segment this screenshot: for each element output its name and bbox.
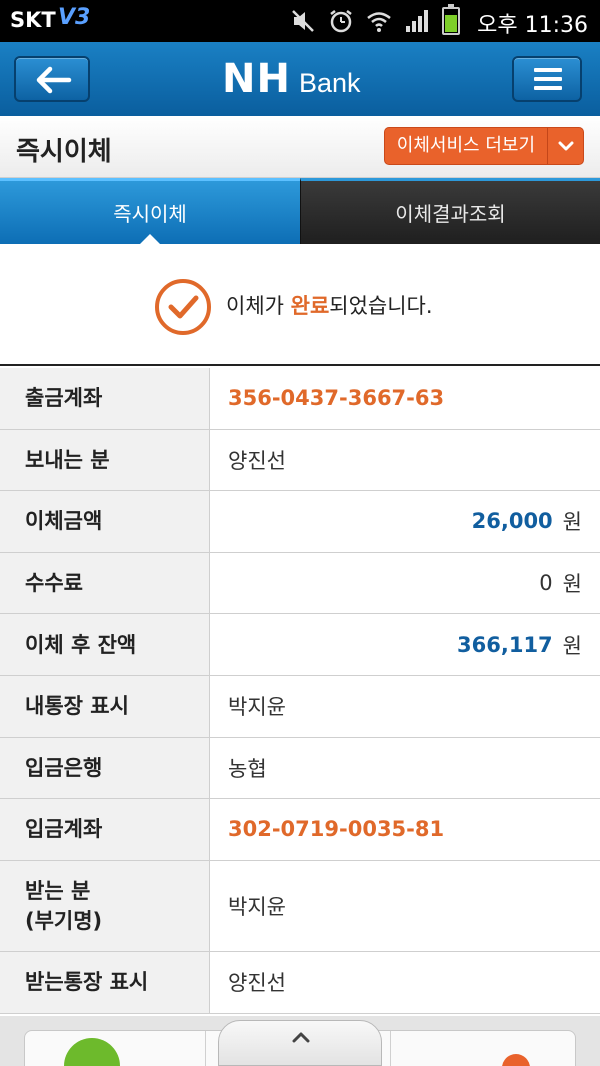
transfer-result: 이체가 완료되었습니다. — [0, 244, 600, 366]
table-row: 입금계좌 302-0719-0035-81 — [0, 799, 600, 861]
table-row: 받는통장 표시 양진선 — [0, 951, 600, 1014]
status-icons — [290, 4, 460, 36]
row-value-cell: 356-0437-3667-63 — [210, 368, 600, 429]
app-header: NH Bank — [0, 42, 600, 116]
chevron-down-icon — [558, 141, 574, 151]
more-services-dropdown[interactable] — [547, 128, 583, 164]
balance-amount: 366,117 — [457, 632, 553, 657]
row-label: 받는 분 (부기명) — [0, 860, 210, 951]
nh-bank-logo: NH Bank — [222, 56, 361, 102]
title-bar: 즉시이체 이체서비스 더보기 — [0, 116, 600, 178]
battery-icon — [442, 4, 460, 35]
table-row: 보내는 분 양진선 — [0, 429, 600, 492]
fee-amount: 0 — [539, 571, 553, 596]
currency-unit: 원 — [562, 572, 582, 597]
transfer-details-table: 출금계좌 356-0437-3667-63 보내는 분 양진선 이체금액 26,… — [0, 368, 600, 1014]
page-title: 즉시이체 — [16, 137, 112, 167]
row-label: 입금계좌 — [0, 799, 210, 860]
result-message: 이체가 완료되었습니다. — [226, 290, 433, 320]
signal-icon — [406, 10, 428, 32]
row-label: 입금은행 — [0, 737, 210, 799]
transfer-amount: 26,000 — [471, 509, 553, 534]
row-label: 수수료 — [0, 552, 210, 614]
table-row: 이체금액 26,000 원 — [0, 491, 600, 553]
result-highlight: 완료 — [290, 294, 330, 318]
deposit-bank: 농협 — [228, 756, 267, 781]
divider — [390, 1031, 391, 1066]
withdrawal-account: 356-0437-3667-63 — [228, 386, 445, 411]
check-circle-icon — [155, 279, 211, 335]
menu-button[interactable] — [512, 56, 582, 102]
more-services-label: 이체서비스 더보기 — [396, 135, 535, 156]
wifi-icon — [367, 12, 391, 32]
menu-icon — [534, 68, 562, 72]
recipient-account-memo: 양진선 — [228, 971, 286, 996]
tab-instant-transfer[interactable]: 즉시이체 — [0, 178, 300, 244]
recipient-name: 박지윤 — [228, 894, 286, 919]
currency-unit: 원 — [562, 510, 582, 535]
row-value-cell: 0원 — [210, 553, 600, 614]
row-label: 출금계좌 — [0, 368, 210, 429]
table-row: 입금은행 농협 — [0, 737, 600, 800]
row-value-cell: 366,117 원 — [210, 614, 600, 675]
row-value-cell: 26,000 원 — [210, 491, 600, 552]
bottom-drawer-handle[interactable] — [218, 1020, 382, 1066]
my-account-memo: 박지윤 — [228, 695, 286, 720]
result-suffix: 되었습니다. — [329, 294, 433, 318]
deposit-account: 302-0719-0035-81 — [228, 817, 445, 842]
row-label: 내통장 표시 — [0, 675, 210, 737]
table-row: 수수료 0원 — [0, 552, 600, 615]
divider — [205, 1031, 206, 1066]
back-arrow-icon — [36, 66, 72, 94]
table-row: 내통장 표시 박지윤 — [0, 675, 600, 738]
result-prefix: 이체가 — [226, 294, 291, 318]
status-bar: SKT V3 오후 11:36 — [0, 0, 600, 42]
row-label: 받는통장 표시 — [0, 951, 210, 1013]
network-label: V3 — [58, 5, 91, 30]
currency-unit: 원 — [562, 633, 582, 658]
carrier-label: SKT — [10, 8, 56, 32]
menu-icon-bar — [534, 77, 562, 81]
back-button[interactable] — [14, 56, 90, 102]
logo-sub: Bank — [298, 68, 361, 98]
row-label: 이체금액 — [0, 491, 210, 552]
chevron-up-icon — [292, 1032, 310, 1043]
mute-icon — [292, 10, 314, 32]
menu-icon-bar — [534, 86, 562, 90]
table-row: 받는 분 (부기명) 박지윤 — [0, 860, 600, 952]
more-services-button[interactable]: 이체서비스 더보기 — [383, 127, 584, 165]
row-label: 보내는 분 — [0, 429, 210, 491]
row-label: 이체 후 잔액 — [0, 614, 210, 675]
tab-transfer-result[interactable]: 이체결과조회 — [300, 178, 600, 244]
table-row: 이체 후 잔액 366,117 원 — [0, 614, 600, 676]
alarm-icon — [330, 10, 352, 33]
table-row: 출금계좌 356-0437-3667-63 — [0, 368, 600, 430]
tab-bar: 즉시이체 이체결과조회 — [0, 178, 600, 244]
sender-name: 양진선 — [228, 448, 286, 473]
logo-main: NH — [222, 56, 291, 102]
row-value-cell: 302-0719-0035-81 — [210, 799, 600, 860]
bottom-toolbar — [0, 1016, 600, 1066]
clock: 오후 11:36 — [477, 13, 588, 38]
